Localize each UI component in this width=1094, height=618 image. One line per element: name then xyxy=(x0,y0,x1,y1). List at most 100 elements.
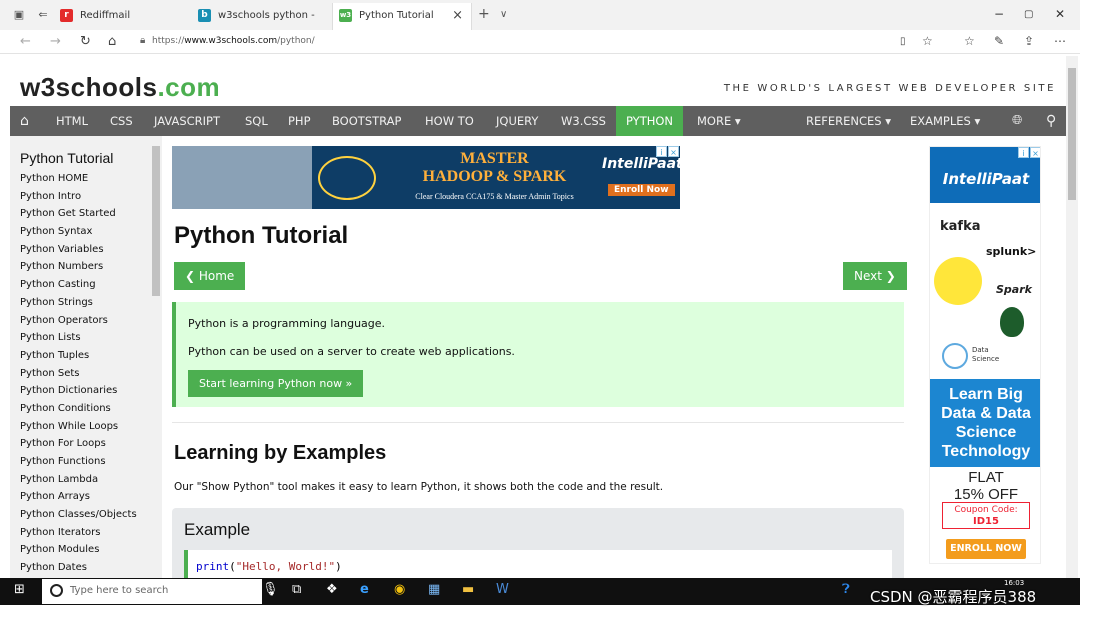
code-paren-close: ) xyxy=(335,560,342,573)
notes-pen-icon[interactable]: ✎ xyxy=(994,34,1004,48)
logo-main: w3schools xyxy=(20,72,158,102)
nav-html[interactable]: HTML xyxy=(46,106,98,136)
windows-start-icon[interactable]: ⊞ xyxy=(14,582,25,597)
word-icon[interactable]: W xyxy=(496,582,509,597)
nav-references[interactable]: REFERENCES ▾ xyxy=(796,106,901,136)
nav-python[interactable]: PYTHON xyxy=(616,106,684,136)
intro-note: Python is a programming language. Python… xyxy=(172,302,904,407)
code-paren-open: ( xyxy=(229,560,236,573)
ad-close-icon[interactable]: × xyxy=(668,146,679,157)
nav-examples[interactable]: EXAMPLES ▾ xyxy=(900,106,990,136)
nav-css[interactable]: CSS xyxy=(100,106,143,136)
nav-bootstrap[interactable]: BOOTSTRAP xyxy=(322,106,411,136)
page-scroll-thumb[interactable] xyxy=(1068,68,1076,200)
more-menu-icon[interactable]: ⋯ xyxy=(1054,34,1066,48)
home-icon[interactable]: ⌂ xyxy=(10,106,39,136)
enroll-now-button[interactable]: ENROLL NOW xyxy=(946,539,1026,559)
ad-headline-1: MASTER xyxy=(460,150,529,167)
nav-php[interactable]: PHP xyxy=(278,106,321,136)
taskbar-search[interactable]: Type here to search xyxy=(42,579,262,604)
share-icon[interactable]: ⇪ xyxy=(1024,34,1034,48)
forward-icon[interactable]: → xyxy=(50,34,61,49)
sidebar-link-classes[interactable]: Python Classes/Objects xyxy=(10,506,150,524)
example-title: Example xyxy=(184,520,251,539)
nav-sql[interactable]: SQL xyxy=(235,106,278,136)
sidebar-link-arrays[interactable]: Python Arrays xyxy=(10,488,150,506)
close-window-icon[interactable]: ✕ xyxy=(1055,7,1065,21)
ad-info-icon[interactable]: i xyxy=(656,146,667,157)
tab-python-tutorial[interactable]: w3 Python Tutorial × xyxy=(332,3,472,30)
nav-w3css[interactable]: W3.CSS xyxy=(551,106,616,136)
ad-enroll-button[interactable]: Enroll Now xyxy=(608,184,675,196)
nav-more[interactable]: MORE ▾ xyxy=(687,106,751,136)
sidebar-link-sets[interactable]: Python Sets xyxy=(10,365,150,383)
reading-view-icon[interactable]: ▯ xyxy=(900,36,906,47)
tab-rediffmail[interactable]: r Rediffmail xyxy=(54,3,190,30)
sidebar-scrollbar[interactable] xyxy=(150,136,162,578)
sidebar-scroll-thumb[interactable] xyxy=(152,146,160,296)
sidebar-link-syntax[interactable]: Python Syntax xyxy=(10,223,150,241)
sidebar-link-lambda[interactable]: Python Lambda xyxy=(10,471,150,489)
sidebar-link-conditions[interactable]: Python Conditions xyxy=(10,400,150,418)
start-learning-button[interactable]: Start learning Python now » xyxy=(188,370,364,397)
tab-list-chevron-icon[interactable]: ∨ xyxy=(500,9,507,20)
sidebar-link-functions[interactable]: Python Functions xyxy=(10,453,150,471)
sidebar-link-get-started[interactable]: Python Get Started xyxy=(10,205,150,223)
back-icon[interactable]: ← xyxy=(20,34,31,49)
favorite-star-icon[interactable]: ☆ xyxy=(922,34,933,48)
help-icon[interactable]: ❓︎ xyxy=(842,582,850,597)
home-icon[interactable]: ⌂ xyxy=(108,34,116,49)
sidebar-link-casting[interactable]: Python Casting xyxy=(10,276,150,294)
search-icon[interactable]: ⚲ xyxy=(1036,106,1066,136)
tab-bing[interactable]: b w3schools python - Bing xyxy=(192,3,330,46)
site-logo[interactable]: w3schools.com xyxy=(20,72,220,103)
sidebar-link-dates[interactable]: Python Dates xyxy=(10,559,150,577)
nav-how-to[interactable]: HOW TO xyxy=(415,106,484,136)
logo-ext: .com xyxy=(157,72,221,102)
edge-icon[interactable]: e xyxy=(360,582,369,597)
ad-info-icon[interactable]: i xyxy=(1018,147,1029,158)
sidebar-link-while-loops[interactable]: Python While Loops xyxy=(10,418,150,436)
nav-jquery[interactable]: JQUERY xyxy=(486,106,548,136)
close-tab-icon[interactable]: × xyxy=(452,3,463,28)
sidebar-link-strings[interactable]: Python Strings xyxy=(10,294,150,312)
dropbox-icon[interactable]: ❖ xyxy=(326,582,338,597)
tab-manager-icon[interactable]: ▣ xyxy=(12,8,26,22)
sidebar-link-intro[interactable]: Python Intro xyxy=(10,188,150,206)
maximize-icon[interactable]: ▢ xyxy=(1024,9,1033,20)
next-button[interactable]: Next ❯ xyxy=(843,262,907,290)
banner-ad[interactable]: MASTER HADOOP & SPARK Clear Cloudera CCA… xyxy=(172,146,680,209)
ad-close-icon[interactable]: × xyxy=(1030,147,1040,158)
sidebar-ad[interactable]: IntelliPaat i × kafka splunk> Spark Data… xyxy=(929,146,1041,564)
refresh-icon[interactable]: ↻ xyxy=(80,34,91,49)
globe-icon[interactable]: 🌐︎ xyxy=(1002,106,1032,136)
url-field[interactable]: https://www.w3schools.com/python/ xyxy=(152,36,315,46)
new-tab-icon[interactable]: + xyxy=(478,6,490,22)
sidebar-link-for-loops[interactable]: Python For Loops xyxy=(10,435,150,453)
sidebar-link-lists[interactable]: Python Lists xyxy=(10,329,150,347)
set-aside-tabs-icon[interactable]: ⇐ xyxy=(36,8,50,22)
microphone-icon[interactable]: 🎙︎ xyxy=(262,582,279,597)
sidebar-link-tuples[interactable]: Python Tuples xyxy=(10,347,150,365)
sidebar-link-iterators[interactable]: Python Iterators xyxy=(10,524,150,542)
task-view-icon[interactable]: ⧉ xyxy=(292,582,301,597)
store-icon[interactable]: ▦ xyxy=(428,582,440,597)
intro-text-2: Python can be used on a server to create… xyxy=(188,345,515,358)
sidebar-link-numbers[interactable]: Python Numbers xyxy=(10,258,150,276)
minimize-icon[interactable]: − xyxy=(994,7,1004,21)
sidebar-link-dictionaries[interactable]: Python Dictionaries xyxy=(10,382,150,400)
sidebar-link-modules[interactable]: Python Modules xyxy=(10,541,150,559)
file-explorer-icon[interactable]: ▬ xyxy=(462,582,474,597)
chrome-icon[interactable]: ◉ xyxy=(394,582,405,597)
sidebar-link-operators[interactable]: Python Operators xyxy=(10,312,150,330)
offer-line-2: 15% OFF xyxy=(953,486,1019,503)
favorites-icon[interactable]: ☆ xyxy=(964,34,975,48)
sidebar-link-home[interactable]: Python HOME xyxy=(10,170,150,188)
ad-brand: IntelliPaat xyxy=(602,156,680,172)
code-line: print("Hello, World!") xyxy=(196,560,342,573)
tutorial-sidebar: Python Tutorial Python HOME Python Intro… xyxy=(10,136,150,578)
nav-javascript[interactable]: JAVASCRIPT xyxy=(144,106,230,136)
page-scrollbar[interactable] xyxy=(1066,56,1078,578)
home-button[interactable]: ❮ Home xyxy=(174,262,246,290)
sidebar-link-variables[interactable]: Python Variables xyxy=(10,241,150,259)
